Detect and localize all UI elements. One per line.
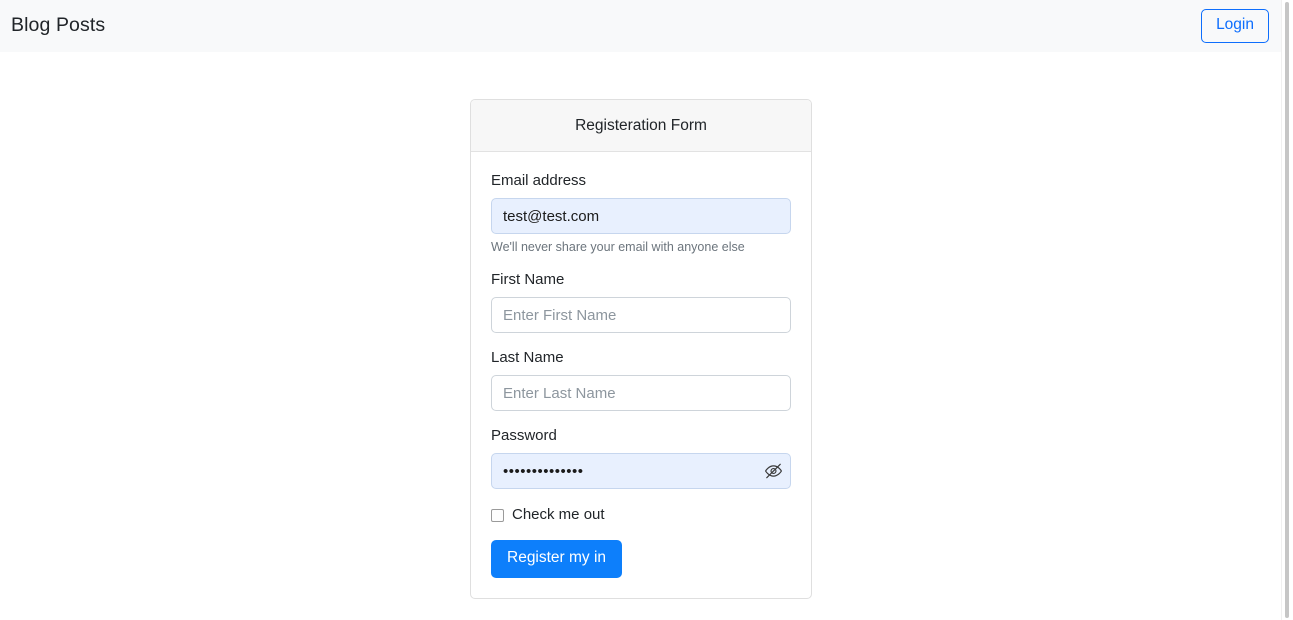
email-field-group: Email address We'll never share your ema… xyxy=(491,172,791,255)
first-name-input[interactable] xyxy=(491,297,791,334)
first-name-field-group: First Name xyxy=(491,271,791,334)
check-me-out-label[interactable]: Check me out xyxy=(512,506,605,524)
last-name-field-group: Last Name xyxy=(491,349,791,412)
page-root: Blog Posts Login Registeration Form Emai… xyxy=(0,0,1293,620)
scrollbar-thumb[interactable] xyxy=(1285,2,1289,618)
card-body: Email address We'll never share your ema… xyxy=(471,152,811,598)
navbar-brand[interactable]: Blog Posts xyxy=(11,16,105,36)
email-label: Email address xyxy=(491,172,587,189)
card-title: Registeration Form xyxy=(575,116,707,134)
vertical-scrollbar[interactable] xyxy=(1281,0,1293,620)
password-label: Password xyxy=(491,427,557,445)
email-help-text: We'll never share your email with anyone… xyxy=(491,240,745,254)
password-field-group: Password xyxy=(491,427,791,490)
navbar: Blog Posts Login xyxy=(0,0,1281,52)
check-me-out-checkbox[interactable] xyxy=(491,508,504,522)
email-input[interactable] xyxy=(491,198,791,234)
last-name-input[interactable] xyxy=(491,375,791,412)
card-header: Registeration Form xyxy=(471,100,811,152)
registration-card: Registeration Form Email address We'll n… xyxy=(470,99,812,599)
check-me-out-row: Check me out xyxy=(491,506,791,524)
last-name-label: Last Name xyxy=(491,349,564,367)
login-button[interactable]: Login xyxy=(1201,9,1269,43)
password-input-wrapper xyxy=(491,453,791,490)
eye-slash-icon[interactable] xyxy=(764,462,783,481)
first-name-label: First Name xyxy=(491,271,565,289)
register-submit-button[interactable]: Register my in xyxy=(491,540,623,578)
password-input[interactable] xyxy=(491,453,791,490)
